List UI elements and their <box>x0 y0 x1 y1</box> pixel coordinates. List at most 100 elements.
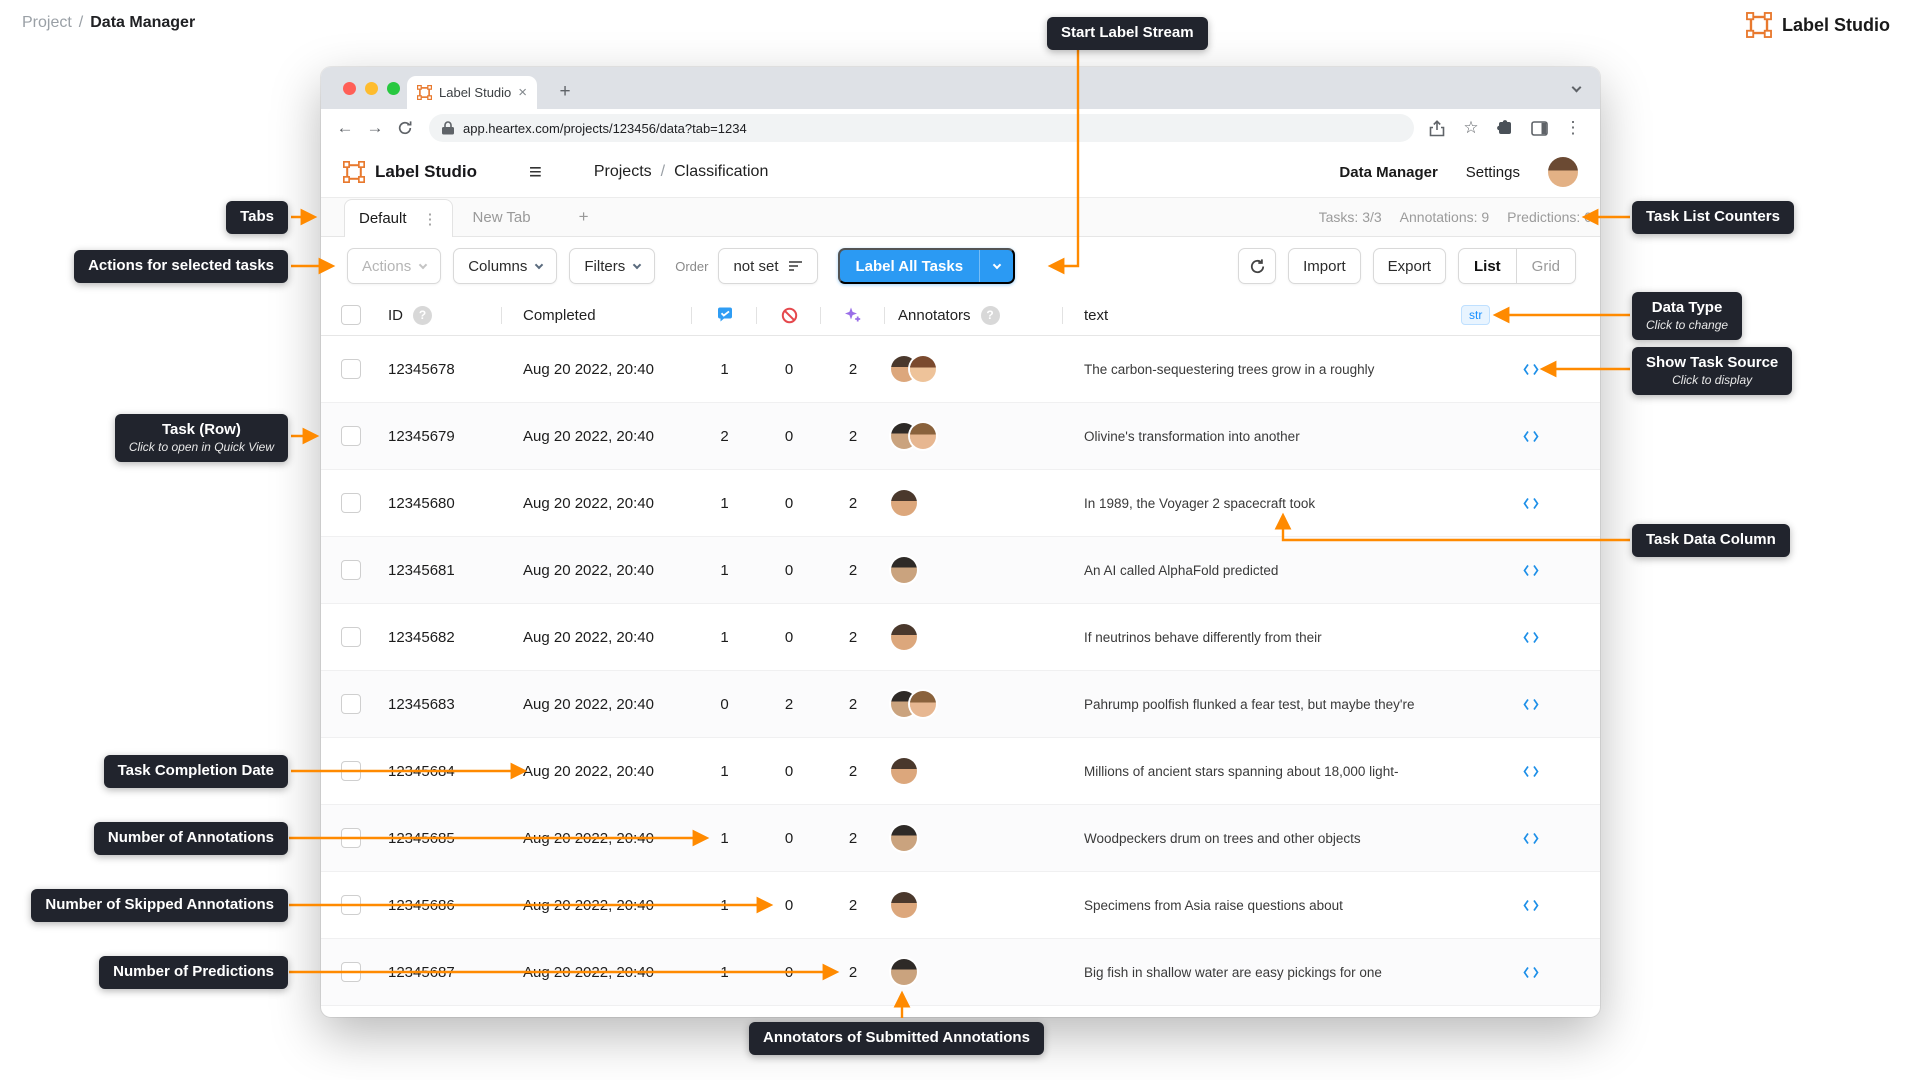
task-row[interactable]: 12345680 Aug 20 2022, 20:40 1 0 2 In 198… <box>321 470 1600 537</box>
zoom-window-button[interactable] <box>387 82 400 95</box>
show-source-button[interactable] <box>1461 564 1600 577</box>
code-icon <box>1522 631 1539 643</box>
task-row[interactable]: 12345685 Aug 20 2022, 20:40 1 0 2 Woodpe… <box>321 805 1600 872</box>
avatar[interactable] <box>891 825 917 851</box>
task-row[interactable]: 12345681 Aug 20 2022, 20:40 1 0 2 An AI … <box>321 537 1600 604</box>
data-manager-link[interactable]: Data Manager <box>1339 164 1437 181</box>
column-header-predictions[interactable] <box>821 295 885 335</box>
task-row[interactable]: 12345686 Aug 20 2022, 20:40 1 0 2 Specim… <box>321 872 1600 939</box>
row-checkbox[interactable] <box>341 627 361 647</box>
data-type-badge[interactable]: str <box>1461 305 1491 325</box>
side-panel-icon[interactable] <box>1526 114 1552 142</box>
nav-projects-link[interactable]: Projects <box>594 163 652 181</box>
row-checkbox[interactable] <box>341 962 361 982</box>
row-checkbox[interactable] <box>341 694 361 714</box>
tab-close-icon[interactable]: × <box>518 85 527 100</box>
task-row[interactable]: 12345684 Aug 20 2022, 20:40 1 0 2 Millio… <box>321 738 1600 805</box>
avatar[interactable] <box>910 356 936 382</box>
forward-icon[interactable]: → <box>361 114 389 142</box>
show-source-button[interactable] <box>1461 966 1600 979</box>
column-header-annotators[interactable]: Annotators ? <box>885 295 1063 335</box>
breadcrumb-project[interactable]: Project <box>22 14 72 32</box>
skipped-count: 0 <box>784 762 794 780</box>
task-text: Specimens from Asia raise questions abou… <box>1084 897 1343 913</box>
refresh-button[interactable] <box>1238 248 1277 284</box>
filters-dropdown[interactable]: Filters <box>569 248 656 284</box>
export-button[interactable]: Export <box>1372 248 1446 284</box>
row-checkbox[interactable] <box>341 560 361 580</box>
row-checkbox[interactable] <box>341 895 361 915</box>
order-label: Order <box>675 258 709 274</box>
address-bar[interactable]: app.heartex.com/projects/123456/data?tab… <box>429 114 1414 142</box>
callout-task-completion-date: Task Completion Date <box>103 755 288 788</box>
skipped-count: 0 <box>784 628 794 646</box>
predictions-count: 2 <box>848 762 858 780</box>
columns-dropdown[interactable]: Columns <box>453 248 558 284</box>
browser-tab[interactable]: Label Studio × <box>407 76 537 109</box>
row-checkbox[interactable] <box>341 426 361 446</box>
task-row[interactable]: 12345687 Aug 20 2022, 20:40 1 0 2 Big fi… <box>321 939 1600 1006</box>
column-header-text[interactable]: text <box>1063 295 1461 335</box>
show-source-button[interactable] <box>1461 497 1600 510</box>
avatar[interactable] <box>891 490 917 516</box>
annotations-count: 1 <box>720 762 729 780</box>
label-all-tasks-button[interactable]: Label All Tasks <box>837 248 1016 284</box>
show-source-button[interactable] <box>1461 631 1600 644</box>
show-source-button[interactable] <box>1461 832 1600 845</box>
share-icon[interactable] <box>1424 114 1450 142</box>
show-source-button[interactable] <box>1461 363 1600 376</box>
avatar[interactable] <box>910 691 936 717</box>
row-checkbox[interactable] <box>341 828 361 848</box>
tasks-counter: Tasks: 3/3 <box>1318 209 1382 225</box>
row-checkbox[interactable] <box>341 359 361 379</box>
hamburger-menu-icon[interactable]: ≡ <box>529 161 542 183</box>
lock-icon <box>442 121 454 135</box>
close-window-button[interactable] <box>343 82 356 95</box>
help-icon[interactable]: ? <box>980 305 1000 325</box>
avatar[interactable] <box>891 758 917 784</box>
avatar[interactable] <box>910 423 936 449</box>
user-avatar[interactable] <box>1548 157 1578 187</box>
column-header-annotated[interactable] <box>692 295 757 335</box>
show-source-button[interactable] <box>1461 765 1600 778</box>
column-header-skipped[interactable] <box>757 295 821 335</box>
avatar[interactable] <box>891 624 917 650</box>
task-row[interactable]: 12345682 Aug 20 2022, 20:40 1 0 2 If neu… <box>321 604 1600 671</box>
label-all-tasks-dropdown[interactable] <box>979 250 1013 282</box>
avatar[interactable] <box>891 892 917 918</box>
task-row[interactable]: 12345678 Aug 20 2022, 20:40 1 0 2 The ca… <box>321 336 1600 403</box>
back-icon[interactable]: ← <box>331 114 359 142</box>
list-view-button[interactable]: List <box>1459 249 1517 283</box>
task-row[interactable]: 12345679 Aug 20 2022, 20:40 2 0 2 Olivin… <box>321 403 1600 470</box>
column-header-id[interactable]: ID ? <box>369 295 502 335</box>
tab-new-tab[interactable]: New Tab <box>453 198 551 236</box>
avatar[interactable] <box>891 557 917 583</box>
minimize-window-button[interactable] <box>365 82 378 95</box>
row-checkbox[interactable] <box>341 761 361 781</box>
show-source-button[interactable] <box>1461 698 1600 711</box>
browser-menu-kebab-icon[interactable]: ⋮ <box>1560 114 1586 142</box>
extensions-icon[interactable] <box>1492 114 1518 142</box>
bookmark-star-icon[interactable]: ☆ <box>1458 114 1484 142</box>
tab-default[interactable]: Default ⋮ <box>344 199 453 237</box>
settings-link[interactable]: Settings <box>1466 164 1520 181</box>
order-selector[interactable]: not set <box>718 248 818 284</box>
column-header-completed[interactable]: Completed <box>502 295 692 335</box>
reload-icon[interactable] <box>391 114 419 142</box>
avatar[interactable] <box>891 959 917 985</box>
tab-menu-kebab-icon[interactable]: ⋮ <box>423 210 438 228</box>
add-tab-button[interactable]: + <box>551 198 617 236</box>
actions-dropdown[interactable]: Actions <box>347 248 442 284</box>
import-button[interactable]: Import <box>1288 248 1361 284</box>
show-source-button[interactable] <box>1461 899 1600 912</box>
show-source-button[interactable] <box>1461 430 1600 443</box>
new-browser-tab-button[interactable]: + <box>553 80 577 104</box>
tab-search-chevron-icon[interactable] <box>1571 78 1582 96</box>
row-checkbox[interactable] <box>341 493 361 513</box>
task-list-counters: Tasks: 3/3 Annotations: 9 Predictions: 0 <box>1319 198 1600 236</box>
help-icon[interactable]: ? <box>413 305 432 325</box>
app-brand[interactable]: Label Studio <box>343 161 477 183</box>
select-all-checkbox[interactable] <box>341 305 361 325</box>
grid-view-button[interactable]: Grid <box>1517 249 1575 283</box>
task-row[interactable]: 12345683 Aug 20 2022, 20:40 0 2 2 Pahrum… <box>321 671 1600 738</box>
